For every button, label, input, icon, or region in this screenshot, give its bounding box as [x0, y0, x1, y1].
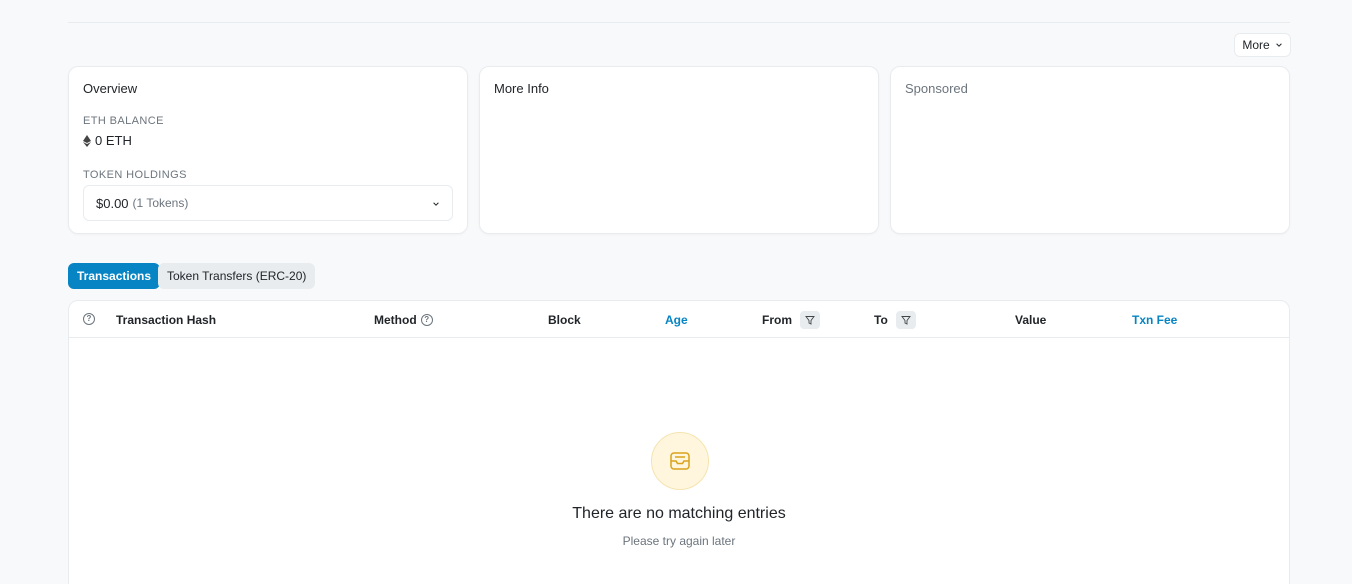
question-circle-icon[interactable]: ? [420, 314, 433, 326]
more-dropdown-button[interactable]: More [1234, 33, 1291, 57]
table-header: ? Transaction Hash Method ? Block Age Fr… [69, 301, 1289, 338]
column-from-label: From [762, 313, 792, 327]
empty-state-title: There are no matching entries [572, 505, 786, 522]
token-holdings-label: TOKEN HOLDINGS [83, 169, 187, 181]
row-help-cell[interactable]: ? [83, 313, 95, 325]
top-divider [68, 22, 1290, 23]
chevron-down-icon [1275, 43, 1282, 47]
empty-state-subtitle: Please try again later [622, 534, 736, 548]
more-label: More [1242, 38, 1270, 52]
column-block: Block [548, 313, 581, 327]
overview-card: Overview ETH BALANCE 0 ETH TOKEN HOLDING… [68, 66, 468, 234]
overview-title: Overview [83, 81, 138, 96]
column-to: To [874, 311, 916, 329]
eth-balance: 0 ETH [83, 133, 132, 148]
column-to-label: To [874, 313, 888, 327]
column-method-label: Method [374, 313, 417, 327]
more-info-card: More Info [479, 66, 879, 234]
empty-state-icon-wrap [651, 432, 709, 490]
token-holdings-count: (1 Tokens) [132, 196, 189, 210]
column-txn-fee[interactable]: Txn Fee [1132, 313, 1177, 327]
chevron-down-icon [433, 202, 439, 206]
filter-icon [805, 316, 815, 325]
inbox-icon [670, 452, 690, 470]
more-info-title: More Info [494, 81, 549, 96]
column-transaction-hash: Transaction Hash [116, 313, 217, 327]
eth-balance-label: ETH BALANCE [83, 115, 164, 127]
column-age[interactable]: Age [665, 313, 688, 327]
sponsored-card: Sponsored [890, 66, 1290, 234]
ethereum-icon [83, 134, 91, 147]
token-holdings-dropdown[interactable]: $0.00 (1 Tokens) [83, 185, 453, 221]
column-value: Value [1015, 313, 1047, 327]
to-filter-button[interactable] [895, 311, 916, 329]
column-from: From [762, 311, 820, 329]
sponsored-title: Sponsored [905, 81, 968, 96]
column-method: Method ? [374, 313, 433, 327]
filter-icon [900, 316, 911, 325]
tab-token-transfers[interactable]: Token Transfers (ERC-20) [158, 263, 316, 289]
tab-transactions[interactable]: Transactions [68, 263, 161, 289]
question-circle-icon[interactable]: ? [83, 313, 95, 325]
token-holdings-value: $0.00 [96, 195, 129, 211]
transactions-table: ? Transaction Hash Method ? Block Age Fr… [68, 300, 1290, 584]
from-filter-button[interactable] [800, 311, 820, 329]
eth-balance-value: 0 ETH [95, 133, 132, 148]
